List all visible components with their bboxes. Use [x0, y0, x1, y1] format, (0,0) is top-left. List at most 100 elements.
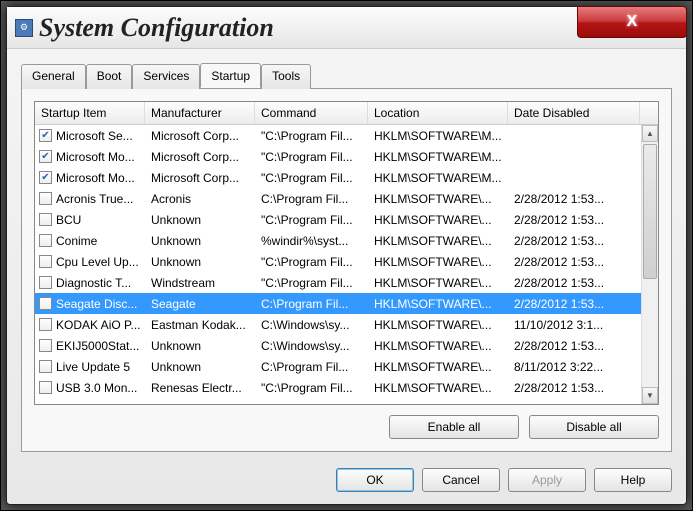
cell-manufacturer: Unknown [145, 339, 255, 353]
cell-location: HKLM\SOFTWARE\... [368, 360, 508, 374]
checkbox[interactable] [39, 360, 52, 373]
cancel-button[interactable]: Cancel [422, 468, 500, 492]
window: ⚙ System Configuration X General Boot Se… [6, 6, 687, 505]
cell-manufacturer: Microsoft Corp... [145, 171, 255, 185]
listview-body[interactable]: Microsoft Se...Microsoft Corp..."C:\Prog… [35, 125, 658, 404]
cell-manufacturer: Unknown [145, 213, 255, 227]
scroll-track[interactable] [642, 142, 658, 387]
enable-all-button[interactable]: Enable all [389, 415, 519, 439]
col-date-disabled[interactable]: Date Disabled [508, 102, 640, 124]
cell-command: %windir%\syst... [255, 234, 368, 248]
cell-manufacturer: Renesas Electr... [145, 381, 255, 395]
app-icon: ⚙ [15, 19, 33, 37]
cell-manufacturer: Windstream [145, 276, 255, 290]
col-scroll-spacer [640, 102, 658, 124]
close-button[interactable]: X [577, 6, 687, 38]
cell-command: "C:\Program Fil... [255, 213, 368, 227]
cell-command: "C:\Program Fil... [255, 129, 368, 143]
col-manufacturer[interactable]: Manufacturer [145, 102, 255, 124]
table-row[interactable]: ConimeUnknown%windir%\syst...HKLM\SOFTWA… [35, 230, 658, 251]
checkbox[interactable] [39, 381, 52, 394]
cell-command: C:\Program Fil... [255, 360, 368, 374]
table-row[interactable]: EKIJ5000Stat...UnknownC:\Windows\sy...HK… [35, 335, 658, 356]
checkbox[interactable] [39, 318, 52, 331]
help-button[interactable]: Help [594, 468, 672, 492]
cell-date-disabled: 2/28/2012 1:53... [508, 276, 658, 290]
tab-services[interactable]: Services [132, 64, 200, 89]
table-row[interactable]: Microsoft Mo...Microsoft Corp..."C:\Prog… [35, 146, 658, 167]
checkbox[interactable] [39, 171, 52, 184]
cell-startup-item: Microsoft Se... [56, 129, 133, 143]
checkbox[interactable] [39, 276, 52, 289]
cell-startup-item: Diagnostic T... [56, 276, 131, 290]
table-row[interactable]: Acronis True...AcronisC:\Program Fil...H… [35, 188, 658, 209]
startup-panel: Startup Item Manufacturer Command Locati… [21, 88, 672, 452]
cell-date-disabled: 2/28/2012 1:53... [508, 255, 658, 269]
cell-location: HKLM\SOFTWARE\M... [368, 171, 508, 185]
disable-all-button[interactable]: Disable all [529, 415, 659, 439]
cell-command: C:\Windows\sy... [255, 318, 368, 332]
cell-location: HKLM\SOFTWARE\... [368, 381, 508, 395]
cell-startup-item: EKIJ5000Stat... [56, 339, 139, 353]
table-row[interactable]: Cpu Level Up...Unknown"C:\Program Fil...… [35, 251, 658, 272]
checkbox[interactable] [39, 339, 52, 352]
cell-manufacturer: Unknown [145, 255, 255, 269]
checkbox[interactable] [39, 213, 52, 226]
table-row[interactable]: BCU Unknown"C:\Program Fil...HKLM\SOFTWAR… [35, 209, 658, 230]
checkbox[interactable] [39, 297, 52, 310]
tab-general[interactable]: General [21, 64, 86, 89]
dialog-button-row: OK Cancel Apply Help [7, 460, 686, 504]
checkbox[interactable] [39, 150, 52, 163]
cell-location: HKLM\SOFTWARE\M... [368, 129, 508, 143]
cell-location: HKLM\SOFTWARE\M... [368, 150, 508, 164]
table-row[interactable]: Live Update 5UnknownC:\Program Fil...HKL… [35, 356, 658, 377]
tab-startup[interactable]: Startup [200, 63, 261, 88]
cell-command: "C:\Program Fil... [255, 150, 368, 164]
cell-manufacturer: Unknown [145, 360, 255, 374]
checkbox[interactable] [39, 234, 52, 247]
table-row[interactable]: KODAK AiO P...Eastman Kodak...C:\Windows… [35, 314, 658, 335]
cell-startup-item: Seagate Disc... [56, 297, 137, 311]
cell-startup-item: KODAK AiO P... [56, 318, 140, 332]
startup-listview[interactable]: Startup Item Manufacturer Command Locati… [34, 101, 659, 405]
vertical-scrollbar[interactable]: ▲ ▼ [641, 125, 658, 404]
cell-command: "C:\Program Fil... [255, 381, 368, 395]
cell-location: HKLM\SOFTWARE\... [368, 255, 508, 269]
cell-date-disabled: 2/28/2012 1:53... [508, 192, 658, 206]
checkbox[interactable] [39, 192, 52, 205]
col-location[interactable]: Location [368, 102, 508, 124]
cell-command: C:\Program Fil... [255, 297, 368, 311]
scroll-up-button[interactable]: ▲ [642, 125, 658, 142]
cell-location: HKLM\SOFTWARE\... [368, 234, 508, 248]
col-startup-item[interactable]: Startup Item [35, 102, 145, 124]
table-row[interactable]: Microsoft Se... Microsoft Corp..."C:\Prog… [35, 125, 658, 146]
apply-button[interactable]: Apply [508, 468, 586, 492]
table-row[interactable]: Seagate Disc...SeagateC:\Program Fil...H… [35, 293, 658, 314]
cell-command: C:\Program Fil... [255, 192, 368, 206]
tab-boot[interactable]: Boot [86, 64, 133, 89]
checkbox[interactable] [39, 129, 52, 142]
table-row[interactable]: Diagnostic T...Windstream"C:\Program Fil… [35, 272, 658, 293]
tab-tools[interactable]: Tools [261, 64, 311, 89]
window-title: System Configuration [39, 13, 274, 43]
cell-startup-item: Cpu Level Up... [56, 255, 139, 269]
tabstrip: General Boot Services Startup Tools [21, 63, 672, 88]
cell-manufacturer: Microsoft Corp... [145, 129, 255, 143]
checkbox[interactable] [39, 255, 52, 268]
table-row[interactable]: Microsoft Mo...Microsoft Corp..."C:\Prog… [35, 167, 658, 188]
col-command[interactable]: Command [255, 102, 368, 124]
cell-location: HKLM\SOFTWARE\... [368, 213, 508, 227]
ok-button[interactable]: OK [336, 468, 414, 492]
titlebar[interactable]: ⚙ System Configuration X [7, 7, 686, 49]
table-row[interactable]: USB 3.0 Mon...Renesas Electr..."C:\Progr… [35, 377, 658, 398]
cell-location: HKLM\SOFTWARE\... [368, 276, 508, 290]
scroll-down-button[interactable]: ▼ [642, 387, 658, 404]
cell-date-disabled: 2/28/2012 1:53... [508, 234, 658, 248]
cell-location: HKLM\SOFTWARE\... [368, 339, 508, 353]
cell-manufacturer: Microsoft Corp... [145, 150, 255, 164]
close-icon: X [627, 13, 638, 31]
scroll-thumb[interactable] [643, 144, 657, 279]
cell-startup-item: BCU [56, 213, 81, 227]
cell-manufacturer: Seagate [145, 297, 255, 311]
cell-date-disabled: 2/28/2012 1:53... [508, 339, 658, 353]
